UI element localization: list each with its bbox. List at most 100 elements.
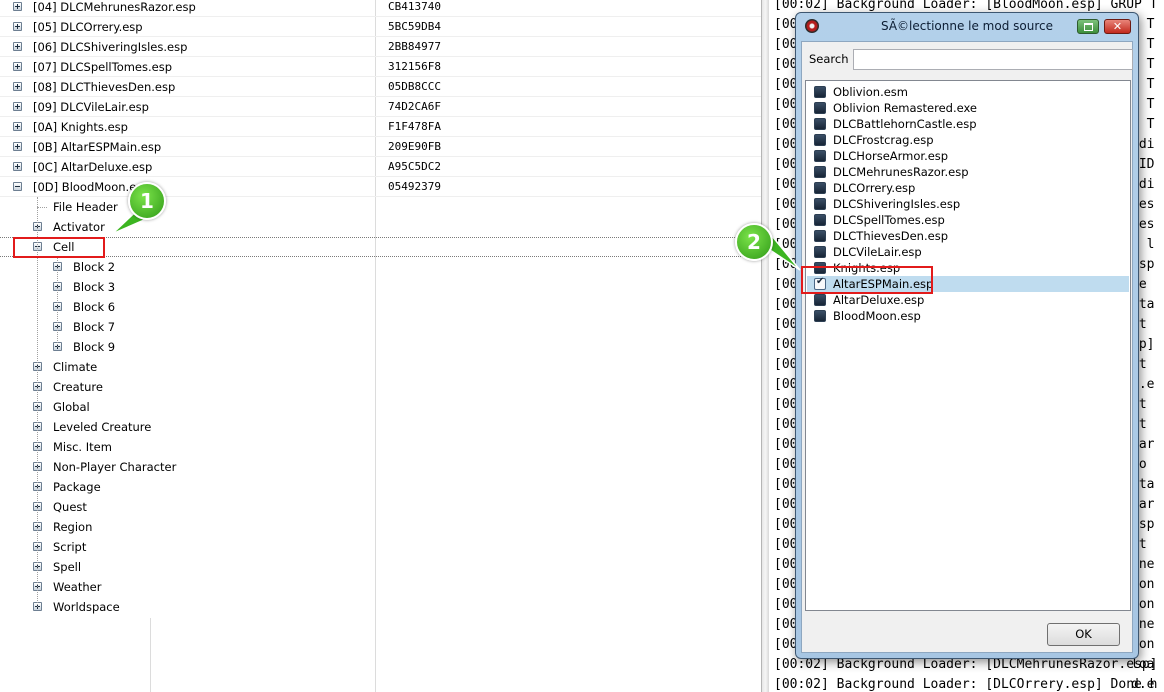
log-line: [00 [774, 477, 798, 492]
mod-list-item[interactable]: DLCVileLair.esp [807, 244, 1129, 260]
log-line: [00 [774, 617, 798, 632]
tree-node-label: [08] DLCThievesDen.esp [33, 80, 176, 94]
checkbox-icon[interactable] [814, 134, 826, 146]
expand-icon[interactable] [13, 82, 22, 91]
cell-block-row[interactable]: Block 6 [0, 297, 761, 317]
group-row[interactable]: Worldspace [0, 597, 761, 617]
plugin-row[interactable]: [07] DLCSpellTomes.esp 312156F8 [0, 57, 761, 77]
checkbox-icon[interactable] [814, 102, 826, 114]
mod-checklist[interactable]: Oblivion.esm Oblivion Remastered.exe DLCBa… [805, 80, 1131, 611]
close-button[interactable]: ✕ [1104, 19, 1131, 34]
ok-button[interactable]: OK [1047, 623, 1120, 646]
mod-list-item[interactable]: DLCSpellTomes.esp [807, 212, 1129, 228]
mod-list-item[interactable]: DLCThievesDen.esp [807, 228, 1129, 244]
mod-list-item[interactable]: Oblivion.esm [807, 84, 1129, 100]
form-id-value: 312156F8 [388, 60, 441, 73]
tree-node-label: Non-Player Character [53, 460, 177, 474]
checkbox-icon[interactable] [814, 230, 826, 242]
plugin-row[interactable]: [09] DLCVileLair.esp 74D2CA6F [0, 97, 761, 117]
log-line: [00 [774, 57, 798, 72]
form-id-value: 05492379 [388, 180, 441, 193]
log-line: [00 [774, 337, 798, 352]
tree-node-label: [07] DLCSpellTomes.esp [33, 60, 173, 74]
expand-icon[interactable] [13, 102, 22, 111]
group-row[interactable]: Leveled Creature [0, 417, 761, 437]
group-row[interactable]: Creature [0, 377, 761, 397]
group-row[interactable]: Misc. Item [0, 437, 761, 457]
mod-list-item[interactable]: Oblivion Remastered.exe [807, 100, 1129, 116]
expand-icon[interactable] [13, 22, 22, 31]
mod-list-item[interactable]: DLCBattlehornCastle.esp [807, 116, 1129, 132]
cell-block-row[interactable]: Block 3 [0, 277, 761, 297]
tree-node-label: Region [53, 520, 93, 534]
cell-block-row[interactable]: Block 7 [0, 317, 761, 337]
expand-icon[interactable] [13, 62, 22, 71]
group-row[interactable]: Package [0, 477, 761, 497]
collapse-icon[interactable] [13, 182, 22, 191]
log-line: [00 [774, 637, 798, 652]
group-row[interactable]: Climate [0, 357, 761, 377]
expand-icon[interactable] [13, 142, 22, 151]
cell-block-row[interactable]: Block 2 [0, 257, 761, 277]
plugin-row[interactable]: [04] DLCMehrunesRazor.esp CB413740 [0, 0, 761, 17]
group-row[interactable]: Quest [0, 497, 761, 517]
plugin-row[interactable]: [06] DLCShiveringIsles.esp 2BB84977 [0, 37, 761, 57]
record-tree-view[interactable]: [04] DLCMehrunesRazor.esp CB413740 [05] DL… [0, 0, 761, 692]
expand-icon[interactable] [13, 122, 22, 131]
group-row[interactable]: Non-Player Character [0, 457, 761, 477]
checkbox-icon[interactable] [814, 118, 826, 130]
log-line: [00 [774, 597, 798, 612]
log-line: [00 [774, 157, 798, 172]
mod-name: DLCBattlehornCastle.esp [833, 117, 977, 131]
log-line: [00 [774, 457, 798, 472]
checkbox-icon[interactable] [814, 310, 826, 322]
cell-block-row[interactable]: Block 9 [0, 337, 761, 357]
plugin-row[interactable]: [05] DLCOrrery.esp 5BC59DB4 [0, 17, 761, 37]
mod-list-item[interactable]: DLCFrostcrag.esp [807, 132, 1129, 148]
mod-name: Oblivion Remastered.exe [833, 101, 978, 115]
maximize-button[interactable] [1077, 19, 1099, 34]
log-line: [00 [774, 317, 798, 332]
mod-list-item[interactable]: DLCMehrunesRazor.esp [807, 164, 1129, 180]
plugin-row[interactable]: [0C] AltarDeluxe.esp A95C5DC2 [0, 157, 761, 177]
group-row[interactable]: Weather [0, 577, 761, 597]
mod-list-item[interactable]: AltarDeluxe.esp [807, 292, 1129, 308]
plugin-row[interactable]: [0B] AltarESPMain.esp 209E90FB [0, 137, 761, 157]
mod-name: AltarDeluxe.esp [833, 293, 925, 307]
checkbox-icon[interactable] [814, 214, 826, 226]
checkbox-icon[interactable] [814, 150, 826, 162]
checkbox-icon[interactable] [814, 182, 826, 194]
group-row[interactable]: Region [0, 517, 761, 537]
search-input[interactable] [853, 49, 1133, 70]
mod-list-item[interactable]: DLCOrrery.esp [807, 180, 1129, 196]
checkbox-icon[interactable] [814, 198, 826, 210]
log-line: [00 [774, 437, 798, 452]
expand-icon[interactable] [13, 162, 22, 171]
mod-list-item[interactable]: DLCHorseArmor.esp [807, 148, 1129, 164]
log-line-tail: d.e [1131, 677, 1155, 692]
tree-node-label: [06] DLCShiveringIsles.esp [33, 40, 188, 54]
checkbox-icon[interactable] [814, 166, 826, 178]
plugin-row[interactable]: [08] DLCThievesDen.esp 05DB8CCC [0, 77, 761, 97]
form-id-value: A95C5DC2 [388, 160, 441, 173]
group-row[interactable]: Script [0, 537, 761, 557]
plugin-row[interactable]: [0D] BloodMoon.e 05492379 [0, 177, 761, 197]
pane-splitter[interactable] [761, 0, 769, 692]
dialog-titlebar[interactable]: SÃ©lectionne le mod source ✕ [796, 13, 1138, 39]
plugin-row[interactable]: [0A] Knights.esp F1F478FA [0, 117, 761, 137]
checkbox-icon[interactable] [814, 246, 826, 258]
mod-list-item[interactable]: DLCShiveringIsles.esp [807, 196, 1129, 212]
log-line: [00 [774, 97, 798, 112]
checkbox-icon[interactable] [814, 86, 826, 98]
expand-icon[interactable] [13, 42, 22, 51]
log-line: [00 [774, 397, 798, 412]
log-line: [00 [774, 417, 798, 432]
tree-node-label: [09] DLCVileLair.esp [33, 100, 149, 114]
expand-icon[interactable] [13, 2, 22, 11]
log-line: [00 [774, 77, 798, 92]
tree-connector [57, 257, 59, 347]
checkbox-icon[interactable] [814, 294, 826, 306]
group-row[interactable]: Global [0, 397, 761, 417]
group-row[interactable]: Spell [0, 557, 761, 577]
mod-list-item[interactable]: BloodMoon.esp [807, 308, 1129, 324]
